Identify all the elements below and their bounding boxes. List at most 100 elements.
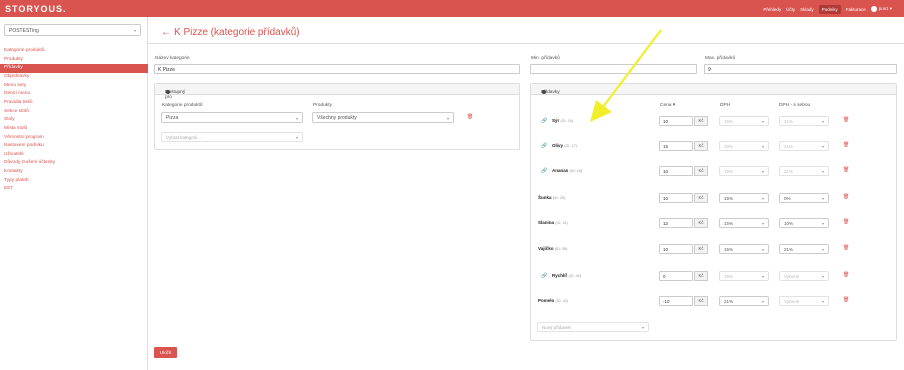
addon-price-input[interactable]: 12 xyxy=(659,218,693,228)
info-icon xyxy=(166,90,170,94)
addon-vat-select[interactable]: 21% ▾ xyxy=(719,296,769,306)
addon-vat-takeaway-select[interactable]: 21% ▾ xyxy=(779,116,829,126)
trash-icon[interactable]: 🗑 xyxy=(843,272,849,278)
user-menu[interactable]: pos1 ▾ xyxy=(870,6,892,13)
sidebar-item-3[interactable]: Objednávky xyxy=(0,73,148,82)
addon-price-input[interactable]: 10 xyxy=(659,116,693,126)
addon-vat-select[interactable]: 15% ▾ xyxy=(719,166,769,176)
trash-icon[interactable]: 🗑 xyxy=(843,117,849,123)
sidebar-item-2[interactable]: Přídavky xyxy=(0,64,148,73)
sidebar-item-5[interactable]: Denní menu xyxy=(0,90,148,99)
category-select-value: Pizza xyxy=(166,115,179,121)
sidebar-item-12[interactable]: Uživatelé xyxy=(0,151,148,160)
addon-name-text: Rychlíř xyxy=(552,273,568,278)
addon-vat-takeaway-select[interactable]: 10% ▾ xyxy=(779,218,829,228)
addon-price-input[interactable]: 10 xyxy=(659,244,693,254)
sidebar-item-1[interactable]: Produkty xyxy=(0,56,148,65)
new-addon-select[interactable]: Nový přídavek ▾ xyxy=(537,322,649,332)
trash-icon[interactable]: 🗑 xyxy=(843,219,849,225)
max-addons-input[interactable]: 9 xyxy=(704,64,897,74)
business-select[interactable]: POSTESTing ▾ xyxy=(4,24,141,36)
chevron-down-icon: ▾ xyxy=(821,298,824,304)
products-select[interactable]: Všechny produkty ▾ xyxy=(312,112,454,123)
nav-fakturace[interactable]: Fakturace xyxy=(846,7,866,12)
sidebar-item-16[interactable]: EET xyxy=(0,185,148,194)
addon-name: Sýr (ID: 19) xyxy=(552,118,573,123)
sidebar-item-7[interactable]: Sekce stolů xyxy=(0,108,148,117)
addon-vat-select[interactable]: 15% ▾ xyxy=(719,244,769,254)
sidebar-item-15[interactable]: Typy plateb xyxy=(0,177,148,186)
addon-vat-takeaway-value: 21% xyxy=(784,118,794,124)
back-arrow-icon[interactable]: ← xyxy=(161,27,171,38)
sidebar-item-4[interactable]: Menu sety xyxy=(0,82,148,91)
trash-icon[interactable]: 🗑 xyxy=(843,142,849,148)
addon-vat-takeaway-value: 21% xyxy=(784,168,794,174)
addon-vat-select[interactable]: 15% ▾ xyxy=(719,193,769,203)
save-button[interactable]: Uložit xyxy=(154,347,177,358)
addon-vat-takeaway-select[interactable]: 21% ▾ xyxy=(779,166,829,176)
addon-vat-takeaway-select[interactable]: 21% ▾ xyxy=(779,141,829,151)
top-nav: Přehledy Účty Sklady Podniky Fakturace p… xyxy=(763,5,892,14)
col-vat-label: DPH xyxy=(720,103,731,108)
nav-podniky[interactable]: Podniky xyxy=(818,5,841,14)
addon-price-input[interactable]: 10 xyxy=(659,166,693,176)
link-icon: 🔗 xyxy=(541,143,548,149)
chevron-down-icon: ▾ xyxy=(446,115,449,121)
chevron-down-icon: ▾ xyxy=(133,28,136,33)
nav-prehledy[interactable]: Přehledy xyxy=(763,7,781,12)
chevron-down-icon: ▾ xyxy=(821,143,824,149)
sidebar-item-6[interactable]: Pravidla tisků xyxy=(0,99,148,108)
addon-name: Ananas (ID: 18) xyxy=(552,168,582,173)
trash-icon[interactable]: 🗑 xyxy=(843,194,849,200)
sidebar-item-10[interactable]: Věrnostní program xyxy=(0,134,148,143)
addon-vat-takeaway-value: Vyberte xyxy=(784,298,800,304)
addon-vat-takeaway-value: Vyberte xyxy=(784,273,800,279)
addon-vat-select[interactable]: 15% ▾ xyxy=(719,116,769,126)
addon-name-text: Šunka xyxy=(538,195,552,200)
addon-vat-select[interactable]: 15% ▾ xyxy=(719,218,769,228)
sidebar-item-9[interactable]: Místa stolů xyxy=(0,125,148,134)
currency-addon: Kč xyxy=(694,244,708,254)
sidebar-item-11[interactable]: Nastavení podniku xyxy=(0,142,148,151)
storyous-logo[interactable]: STORYOUS. xyxy=(5,4,67,14)
col-price-label[interactable]: Cena ▾ xyxy=(660,103,675,108)
addon-name: Olivy (ID: 17) xyxy=(552,143,577,148)
sidebar-item-0[interactable]: Kategorie produktů xyxy=(0,47,148,56)
category-select[interactable]: Pizza ▾ xyxy=(161,112,303,123)
chevron-down-icon: ▾ xyxy=(821,195,824,201)
addon-vat-takeaway-value: 21% xyxy=(784,246,794,252)
addon-name: Slanina (ID: 31) xyxy=(538,220,568,225)
link-icon: 🔗 xyxy=(541,168,548,174)
min-addons-input[interactable] xyxy=(530,64,697,74)
addons-header: Přídavky xyxy=(531,84,896,95)
addon-vat-select[interactable]: 15% ▾ xyxy=(719,141,769,151)
addon-name: Vajíčko (ID: 39) xyxy=(538,246,567,251)
trash-icon[interactable]: 🗑 xyxy=(843,167,849,173)
currency-addon: Kč xyxy=(694,116,708,126)
addon-vat-select[interactable]: 15% ▾ xyxy=(719,271,769,281)
addon-vat-takeaway-select[interactable]: Vyberte ▾ xyxy=(779,271,829,281)
addon-price-input[interactable]: 15 xyxy=(659,141,693,151)
trash-icon[interactable]: 🗑 xyxy=(843,297,849,303)
nav-sklady[interactable]: Sklady xyxy=(800,7,814,12)
addon-vat-takeaway-value: 21% xyxy=(784,143,794,149)
trash-icon[interactable]: 🗑 xyxy=(467,114,473,120)
addon-id: (ID: 18) xyxy=(569,169,583,173)
addon-vat-takeaway-select[interactable]: 0% ▾ xyxy=(779,193,829,203)
addon-vat-takeaway-select[interactable]: Vyberte ▾ xyxy=(779,296,829,306)
addon-price-input[interactable]: -10 xyxy=(659,296,693,306)
addon-price-value: 10 xyxy=(663,247,669,252)
trash-icon[interactable]: 🗑 xyxy=(843,245,849,251)
choose-category-placeholder: Vybrat kategorii... xyxy=(166,134,201,140)
sidebar-item-13[interactable]: Důvody zrušení účtenky xyxy=(0,159,148,168)
addon-price-input[interactable]: 10 xyxy=(659,193,693,203)
addon-vat-takeaway-select[interactable]: 21% ▾ xyxy=(779,244,829,254)
nav-ucty[interactable]: Účty xyxy=(786,7,795,12)
addon-price-input[interactable]: 0 xyxy=(659,271,693,281)
choose-category-select[interactable]: Vybrat kategorii... ▾ xyxy=(161,132,303,142)
sidebar-item-8[interactable]: Stoly xyxy=(0,116,148,125)
addon-vat-value: 15% xyxy=(724,246,734,252)
category-name-input[interactable]: K Pizze xyxy=(154,64,520,74)
addon-id: (ID: 39) xyxy=(554,247,568,251)
sidebar-item-14[interactable]: Kontakty xyxy=(0,168,148,177)
